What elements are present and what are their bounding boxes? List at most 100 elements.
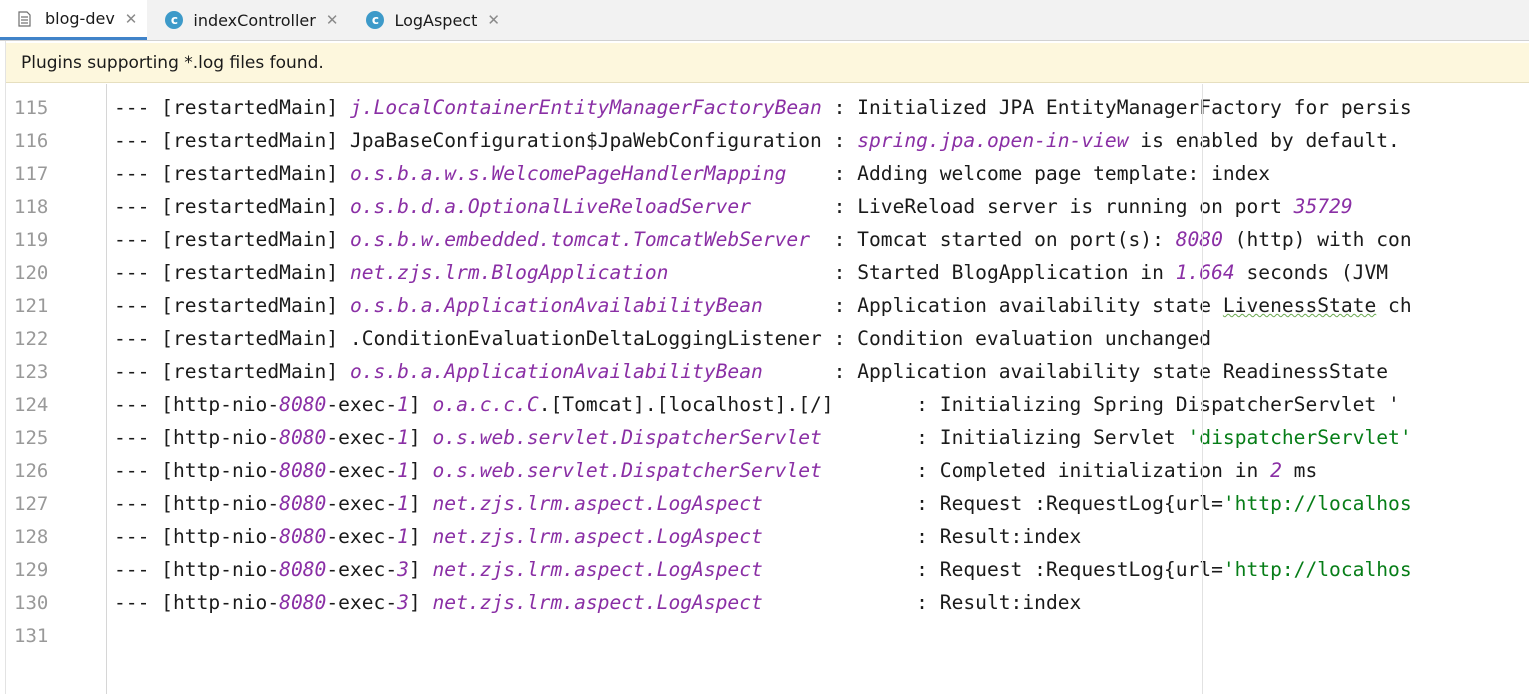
tab-label: indexController — [193, 10, 316, 30]
log-text: LivenessState — [1222, 294, 1377, 317]
log-highlight: o.s.web.servlet.DispatcherServlet — [432, 426, 822, 449]
log-text: --- [http-nio- — [114, 393, 280, 416]
log-line: --- [restartedMain] net.zjs.lrm.BlogAppl… — [114, 256, 1400, 289]
line-number: 130 — [14, 592, 49, 614]
close-icon[interactable]: ✕ — [326, 11, 339, 29]
line-number: 122 — [14, 328, 49, 350]
log-text: ] — [408, 558, 433, 581]
log-text: : Adding welcome page template: index — [786, 162, 1271, 185]
log-line: --- [restartedMain] j.LocalContainerEnti… — [114, 91, 1412, 124]
line-number: 120 — [14, 262, 49, 284]
log-line: --- [http-nio-8080-exec-3] net.zjs.lrm.a… — [114, 553, 1412, 586]
log-highlight: 1 — [397, 525, 409, 548]
line-number: 126 — [14, 460, 49, 482]
log-line: --- [restartedMain] o.s.b.d.a.OptionalLi… — [114, 190, 1353, 223]
log-text: --- [restartedMain] .ConditionEvaluation… — [114, 327, 1212, 350]
line-number: 115 — [14, 97, 49, 119]
log-highlight: o.s.b.d.a.OptionalLiveReloadServer — [349, 195, 752, 218]
log-text: ms — [1281, 459, 1318, 482]
log-highlight: 8080 — [279, 426, 327, 449]
tab-blog-dev[interactable]: blog-dev ✕ — [0, 0, 148, 40]
tab-label: LogAspect — [394, 10, 478, 30]
log-text: --- [restartedMain] — [114, 294, 350, 317]
line-number: 118 — [14, 196, 49, 218]
line-number: 121 — [14, 295, 49, 317]
log-text: ] — [408, 459, 433, 482]
log-highlight: 1 — [397, 459, 409, 482]
log-highlight: net.zjs.lrm.aspect.LogAspect — [432, 525, 763, 548]
log-text: -exec- — [326, 558, 398, 581]
log-highlight: o.s.b.a.ApplicationAvailabilityBean — [349, 360, 763, 383]
log-text: : Application availability state — [762, 294, 1223, 317]
log-highlight: 8080 — [279, 393, 327, 416]
right-margin-guide — [1202, 84, 1203, 694]
log-highlight: 8080 — [279, 525, 327, 548]
tab-index-controller[interactable]: c indexController ✕ — [147, 0, 348, 40]
log-line: --- [restartedMain] o.s.b.a.ApplicationA… — [114, 355, 1400, 388]
log-text: --- [http-nio- — [114, 426, 280, 449]
log-text: --- [restartedMain] — [114, 261, 350, 284]
editor-tab-bar: blog-dev ✕ c indexController ✕ c LogAspe… — [0, 0, 1529, 41]
line-number: 128 — [14, 526, 49, 548]
log-text: --- [restartedMain] — [114, 360, 350, 383]
plugin-suggestion-banner: Plugins supporting *.log files found. — [6, 43, 1529, 83]
log-highlight: 8080 — [279, 558, 327, 581]
log-text: : LiveReload server is running on port — [751, 195, 1294, 218]
log-highlight: net.zjs.lrm.aspect.LogAspect — [432, 558, 763, 581]
log-line: --- [restartedMain] JpaBaseConfiguration… — [114, 124, 1400, 157]
log-line: --- [http-nio-8080-exec-1] net.zjs.lrm.a… — [114, 487, 1412, 520]
log-highlight: o.s.b.w.embedded.tomcat.TomcatWebServer — [349, 228, 810, 251]
log-highlight: o.a.c.c.C — [432, 393, 539, 416]
log-text: --- [http-nio- — [114, 591, 280, 614]
log-highlight: net.zjs.lrm.aspect.LogAspect — [432, 591, 763, 614]
log-line: --- [http-nio-8080-exec-1] o.s.web.servl… — [114, 454, 1317, 487]
log-text: ] — [408, 525, 433, 548]
log-text: : Result:index — [762, 591, 1082, 614]
line-number-gutter[interactable]: 115 116 117 118 119 120 121 122 123 124 125 126 127 1… — [6, 84, 107, 694]
line-number: 116 — [14, 130, 49, 152]
log-line: --- [http-nio-8080-exec-3] net.zjs.lrm.a… — [114, 586, 1081, 619]
log-line: --- [http-nio-8080-exec-1] net.zjs.lrm.a… — [114, 520, 1081, 553]
log-text: --- [restartedMain] — [114, 96, 350, 119]
log-highlight: net.zjs.lrm.BlogApplication — [349, 261, 669, 284]
log-text: -exec- — [326, 459, 398, 482]
log-text: : Result:index — [762, 525, 1082, 548]
log-line: --- [http-nio-8080-exec-1] o.s.web.servl… — [114, 421, 1412, 454]
log-text: -exec- — [326, 591, 398, 614]
log-text: --- [http-nio- — [114, 492, 280, 515]
close-icon[interactable]: ✕ — [125, 10, 138, 28]
line-number: 119 — [14, 229, 49, 251]
log-string: 'http://localhos — [1222, 558, 1412, 581]
line-number: 124 — [14, 394, 49, 416]
log-text: --- [restartedMain] — [114, 195, 350, 218]
tab-log-aspect[interactable]: c LogAspect ✕ — [348, 0, 510, 40]
log-highlight: 1 — [397, 492, 409, 515]
close-icon[interactable]: ✕ — [487, 11, 500, 29]
log-line: --- [http-nio-8080-exec-1] o.a.c.c.C.[To… — [114, 388, 1400, 421]
log-highlight: 1 — [397, 426, 409, 449]
line-number: 131 — [14, 625, 49, 647]
log-text: --- [http-nio- — [114, 459, 280, 482]
line-number: 117 — [14, 163, 49, 185]
log-text: ] — [408, 591, 433, 614]
log-text: : Started BlogApplication in — [668, 261, 1176, 284]
log-text: ch — [1376, 294, 1412, 317]
line-number: 125 — [14, 427, 49, 449]
log-editor[interactable]: --- [restartedMain] j.LocalContainerEnti… — [108, 84, 1529, 694]
log-text: : Application availability state Readine… — [762, 360, 1400, 383]
log-text: --- [http-nio- — [114, 558, 280, 581]
log-text: is enabled by default. — [1128, 129, 1400, 152]
log-file-icon — [18, 10, 31, 27]
log-line: --- [restartedMain] o.s.b.a.ApplicationA… — [114, 289, 1412, 322]
log-text: -exec- — [326, 426, 398, 449]
log-text: .[Tomcat].[localhost].[/] : Initializing… — [538, 393, 1400, 416]
log-highlight: 1.664 — [1175, 261, 1235, 284]
log-text: ] — [408, 426, 433, 449]
log-line: --- [restartedMain] o.s.b.w.embedded.tom… — [114, 223, 1412, 256]
class-icon: c — [165, 11, 184, 29]
line-number: 123 — [14, 361, 49, 383]
log-text: seconds (JVM — [1234, 261, 1400, 284]
log-string: 'http://localhos — [1222, 492, 1412, 515]
line-number: 127 — [14, 493, 49, 515]
log-highlight: 3 — [397, 591, 409, 614]
